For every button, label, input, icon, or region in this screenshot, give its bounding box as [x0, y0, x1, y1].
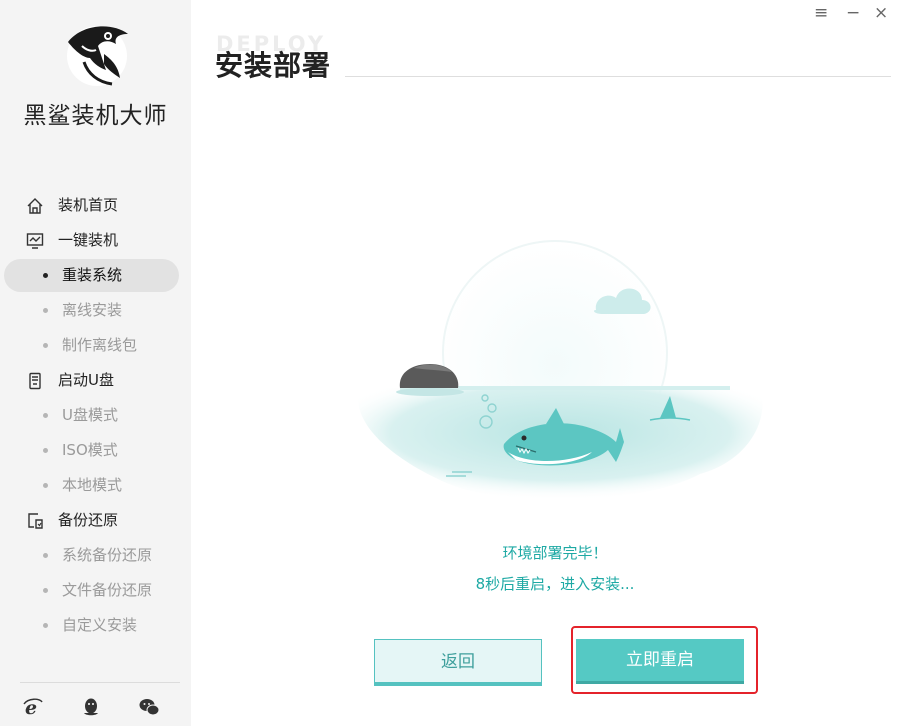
bullet-dot	[43, 623, 48, 628]
shark-sea-illustration	[340, 238, 780, 538]
sidebar-item-label: U盘模式	[62, 406, 118, 424]
bullet-dot	[43, 343, 48, 348]
footer-icons: e	[22, 696, 172, 720]
qq-penguin-icon[interactable]	[80, 696, 102, 718]
bullet-dot	[43, 448, 48, 453]
sidebar-item-label: 制作离线包	[62, 336, 138, 354]
sidebar-item-one-click-install[interactable]: 一键装机	[0, 223, 191, 258]
divider	[20, 682, 180, 683]
sidebar: 黑鲨装机大师 装机首页 一键装机 重装系统 离线安装 制作离线包 启动U盘 U盘…	[0, 0, 191, 726]
sidebar-item-make-offline-package[interactable]: 制作离线包	[0, 328, 191, 363]
sidebar-item-system-backup[interactable]: 系统备份还原	[0, 538, 191, 573]
ie-browser-icon[interactable]: e	[22, 696, 44, 718]
home-icon	[27, 198, 43, 214]
sidebar-item-boot-usb[interactable]: 启动U盘	[0, 363, 191, 398]
bullet-dot	[43, 588, 48, 593]
sidebar-item-file-backup[interactable]: 文件备份还原	[0, 573, 191, 608]
sidebar-item-label: 重装系统	[62, 266, 123, 284]
sidebar-item-reinstall-system[interactable]: 重装系统	[0, 258, 191, 293]
sidebar-item-usb-mode[interactable]: U盘模式	[0, 398, 191, 433]
bullet-dot	[43, 553, 48, 558]
bullet-dot	[43, 483, 48, 488]
sidebar-item-label: 离线安装	[62, 301, 123, 319]
sidebar-item-label: 系统备份还原	[62, 546, 153, 564]
status-message: 环境部署完毕！	[502, 544, 608, 562]
shark-logo-icon	[60, 18, 134, 90]
brand-name: 黑鲨装机大师	[23, 103, 168, 129]
sidebar-item-home[interactable]: 装机首页	[0, 188, 191, 223]
sidebar-item-custom-install[interactable]: 自定义安装	[0, 608, 191, 643]
sidebar-item-offline-install[interactable]: 离线安装	[0, 293, 191, 328]
sidebar-item-label: 启动U盘	[58, 371, 114, 389]
title-underline	[345, 76, 891, 77]
sidebar-item-iso-mode[interactable]: ISO模式	[0, 433, 191, 468]
sidebar-item-label: 装机首页	[58, 196, 119, 214]
sidebar-nav: 装机首页 一键装机 重装系统 离线安装 制作离线包 启动U盘 U盘模式 ISO模…	[0, 188, 191, 643]
backup-icon	[28, 513, 43, 529]
sidebar-item-label: 本地模式	[62, 476, 123, 494]
page-title: 安装部署	[215, 49, 332, 82]
restart-now-button[interactable]: 立即重启	[576, 639, 744, 681]
sidebar-item-label: 备份还原	[58, 511, 119, 529]
usb-drive-icon	[29, 372, 41, 390]
wechat-icon[interactable]	[138, 696, 160, 718]
countdown-message: 8秒后重启，进入安装...	[475, 575, 635, 593]
menu-icon[interactable]: ≡	[814, 3, 828, 23]
sidebar-item-local-mode[interactable]: 本地模式	[0, 468, 191, 503]
minimize-icon[interactable]: −	[846, 3, 860, 23]
sidebar-item-label: 文件备份还原	[62, 581, 153, 599]
bullet-dot	[43, 273, 48, 278]
sidebar-item-label: 自定义安装	[62, 616, 138, 634]
bullet-dot	[43, 308, 48, 313]
sidebar-item-backup-restore[interactable]: 备份还原	[0, 503, 191, 538]
back-button[interactable]: 返回	[374, 639, 542, 683]
close-icon[interactable]: ×	[874, 3, 888, 23]
bullet-dot	[43, 413, 48, 418]
sidebar-item-label: ISO模式	[62, 441, 118, 459]
sidebar-item-label: 一键装机	[58, 231, 119, 249]
monitor-icon	[26, 233, 44, 249]
